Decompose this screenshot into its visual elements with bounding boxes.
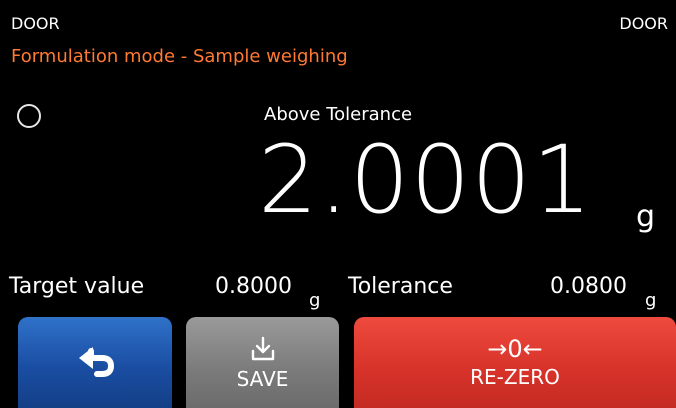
rezero-arrows-icon: →0← [487, 334, 543, 363]
weight-readout: 2.0001 [258, 126, 593, 235]
stability-circle-icon [17, 104, 41, 128]
tolerance-status: Above Tolerance [264, 104, 413, 125]
door-left-button[interactable]: DOOR [11, 14, 60, 33]
save-button[interactable]: SAVE [186, 317, 339, 408]
back-button[interactable] [18, 317, 172, 408]
return-arrow-icon [79, 346, 114, 377]
tolerance-value: 0.0800 [550, 274, 627, 299]
rezero-button-label: RE-ZERO [470, 364, 560, 389]
tolerance-unit: g [645, 290, 657, 311]
tolerance-label: Tolerance [348, 274, 453, 299]
mode-title: Formulation mode - Sample weighing [11, 46, 348, 67]
save-button-label: SAVE [236, 366, 289, 391]
target-value: 0.8000 [215, 274, 292, 299]
target-value-unit: g [309, 290, 321, 311]
door-right-button[interactable]: DOOR [619, 14, 668, 33]
rezero-button[interactable]: →0← RE-ZERO [354, 317, 676, 408]
weight-unit: g [636, 199, 656, 234]
target-value-label: Target value [9, 274, 145, 299]
download-tray-icon [251, 336, 274, 360]
